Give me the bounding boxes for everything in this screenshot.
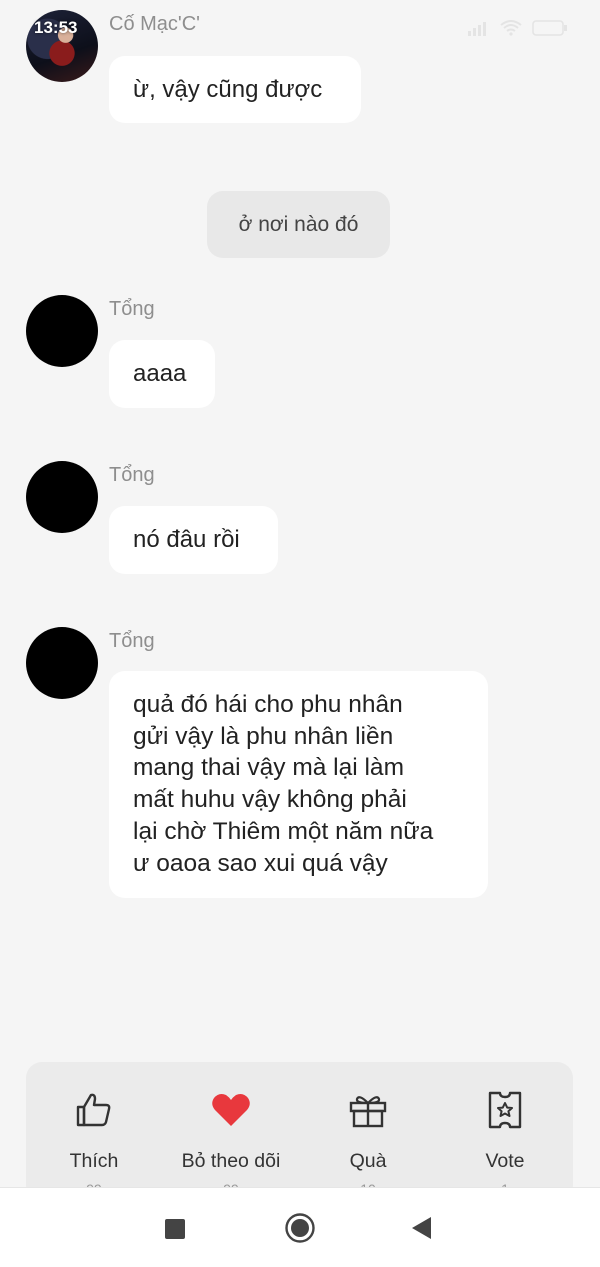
gift-button[interactable]: Quà 10	[308, 1088, 428, 1197]
recent-apps-button[interactable]	[164, 1218, 186, 1245]
message-bubble[interactable]: nó đâu rồi	[109, 506, 278, 574]
sender-name: Tổng	[109, 630, 155, 652]
vote-label: Vote	[485, 1150, 525, 1172]
thumbs-up-icon	[76, 1093, 111, 1127]
avatar[interactable]	[26, 627, 98, 699]
action-panel: Thích 99 Bỏ theo dõi 99 Quà 10	[26, 1062, 573, 1202]
system-message: ở nơi nào đó	[207, 191, 390, 258]
home-icon	[285, 1213, 315, 1243]
vote-ticket-icon	[488, 1091, 522, 1129]
gift-icon	[349, 1096, 387, 1128]
message-line: mang thai vậy mà lại làm	[133, 754, 404, 782]
heart-icon	[212, 1094, 250, 1126]
avatar[interactable]	[26, 461, 98, 533]
vote-button[interactable]: Vote 1	[445, 1088, 565, 1197]
status-icons	[468, 20, 568, 36]
back-button[interactable]	[410, 1216, 432, 1245]
system-nav-bar	[0, 1187, 600, 1267]
like-label: Thích	[69, 1150, 119, 1172]
unfollow-label: Bỏ theo dõi	[181, 1150, 281, 1172]
home-button[interactable]	[284, 1212, 316, 1249]
status-time: 13:53	[34, 18, 78, 37]
recent-apps-icon	[165, 1219, 185, 1239]
like-button[interactable]: Thích 99	[34, 1088, 154, 1197]
sender-name: Tổng	[109, 464, 155, 486]
message-line: quả đó hái cho phu nhân	[133, 691, 403, 718]
message-line: mất huhu vậy không phải	[133, 786, 407, 814]
message-line: gửi vậy là phu nhân liền	[133, 722, 394, 750]
message-bubble[interactable]: ừ, vậy cũng được	[109, 56, 361, 123]
sender-name: Cố Mạc'C'	[109, 13, 200, 35]
wifi-icon	[500, 20, 522, 36]
message-line: lại chờ Thiêm một năm nữa	[133, 817, 434, 845]
unfollow-button[interactable]: Bỏ theo dõi 99	[171, 1088, 291, 1197]
sender-name: Tổng	[109, 298, 155, 320]
message-bubble[interactable]: aaaa	[109, 340, 215, 408]
battery-icon	[532, 20, 567, 36]
message-bubble[interactable]: quả đó hái cho phu nhân gửi vậy là phu n…	[109, 671, 488, 898]
back-icon	[412, 1217, 431, 1239]
message-line: ư oaoa sao xui quá vậy	[133, 849, 388, 877]
avatar[interactable]	[26, 295, 98, 367]
signal-icon	[468, 22, 486, 36]
gift-label: Quà	[349, 1150, 387, 1172]
